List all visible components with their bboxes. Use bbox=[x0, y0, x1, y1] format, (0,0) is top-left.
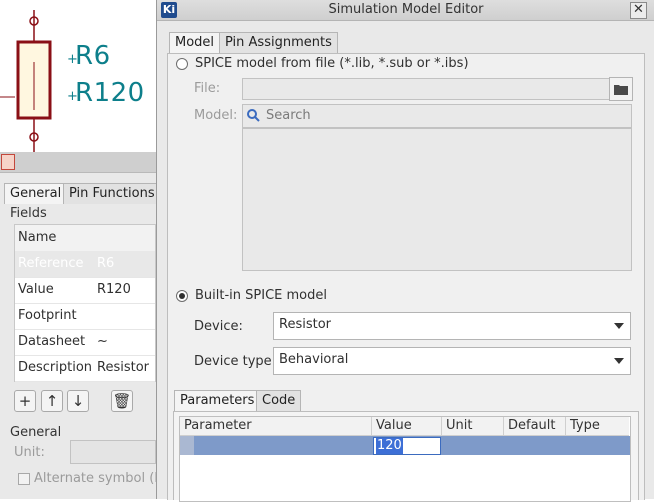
device-select[interactable]: Resistor bbox=[273, 312, 631, 340]
resistor-symbol[interactable] bbox=[0, 0, 154, 152]
spice-file-radio[interactable] bbox=[176, 58, 188, 70]
simulation-model-editor-dialog: Ki Simulation Model Editor ✕ Model Pin A… bbox=[156, 0, 654, 502]
add-icon: + bbox=[18, 392, 32, 410]
close-button[interactable]: ✕ bbox=[630, 2, 647, 19]
column-header-type[interactable]: Type bbox=[566, 417, 629, 436]
fields-heading: Fields bbox=[10, 206, 47, 221]
delete-field-button[interactable]: 🗑 bbox=[111, 390, 133, 412]
device-type-value: Behavioral bbox=[279, 352, 349, 367]
builtin-spice-label[interactable]: Built-in SPICE model bbox=[195, 288, 327, 303]
file-label: File: bbox=[194, 81, 221, 96]
fields-table: Name Reference R6 Value R120 Footprint D… bbox=[14, 224, 156, 382]
table-header: Name bbox=[15, 225, 155, 252]
table-row[interactable]: Description Resistor bbox=[15, 355, 155, 382]
cell-default bbox=[504, 455, 508, 474]
parameters-table[interactable]: Parameter Value Unit Default Type Expres… bbox=[179, 416, 631, 502]
dialog-title: Simulation Model Editor bbox=[328, 2, 484, 17]
row-value[interactable]: Resistor bbox=[97, 360, 149, 375]
row-name: Footprint bbox=[18, 308, 77, 323]
table-row[interactable]: Datasheet ~ bbox=[15, 329, 155, 356]
chevron-down-icon bbox=[614, 358, 624, 364]
reference-label[interactable]: R6 bbox=[75, 41, 111, 71]
model-label: Model: bbox=[194, 108, 238, 123]
builtin-spice-radio[interactable] bbox=[176, 290, 188, 302]
move-down-button[interactable]: ↓ bbox=[67, 390, 89, 412]
kicad-symbol-icon bbox=[1, 154, 15, 170]
cell-parameter: Expression for resistance (r) bbox=[198, 457, 381, 472]
device-type-label: Device type: bbox=[194, 354, 277, 369]
row-name: Description bbox=[18, 360, 93, 375]
add-field-button[interactable]: + bbox=[14, 390, 36, 412]
folder-icon bbox=[614, 85, 628, 95]
unit-label: Unit: bbox=[14, 445, 45, 460]
spice-file-label[interactable]: SPICE model from file (*.lib, *.sub or *… bbox=[195, 56, 469, 71]
tab-pin-functions[interactable]: Pin Functions bbox=[63, 183, 161, 204]
column-header-value[interactable]: Value bbox=[372, 417, 442, 436]
trash-icon: 🗑 bbox=[112, 392, 132, 410]
tab-pin-assignments[interactable]: Pin Assignments bbox=[219, 32, 338, 53]
row-name: Reference bbox=[18, 256, 84, 271]
table-row[interactable]: Footprint bbox=[15, 303, 155, 330]
row-name: Datasheet bbox=[18, 334, 86, 349]
row-value[interactable]: R120 bbox=[97, 282, 131, 297]
table-row[interactable]: Value R120 bbox=[15, 277, 155, 304]
row-name: Value bbox=[18, 282, 54, 297]
move-up-icon: ↑ bbox=[45, 392, 59, 410]
column-header-name: Name bbox=[18, 230, 57, 245]
move-down-icon: ↓ bbox=[71, 392, 85, 410]
table-row[interactable]: Reference R6 bbox=[15, 251, 155, 278]
alternate-symbol-checkbox[interactable] bbox=[18, 473, 30, 485]
cell-type: String bbox=[570, 457, 609, 472]
column-header-default[interactable]: Default bbox=[504, 417, 566, 436]
dialog-titlebar[interactable]: Ki Simulation Model Editor ✕ bbox=[157, 0, 654, 21]
schematic-canvas[interactable]: + R6 + R120 bbox=[0, 0, 154, 152]
model-search-input[interactable]: Search bbox=[242, 104, 632, 128]
alternate-symbol-label: Alternate symbol (D bbox=[34, 471, 165, 486]
tab-parameters[interactable]: Parameters bbox=[174, 390, 261, 411]
close-icon: ✕ bbox=[633, 2, 644, 17]
row-indent-marker bbox=[180, 436, 194, 455]
unit-select[interactable] bbox=[70, 440, 156, 464]
tab-general[interactable]: General bbox=[4, 183, 68, 204]
chevron-down-icon bbox=[614, 323, 624, 329]
table-row[interactable]: Expression for resistance (r) 120 Ω Stri… bbox=[180, 436, 630, 472]
cell-value-editor[interactable]: 120 bbox=[373, 437, 441, 455]
model-list[interactable] bbox=[242, 128, 632, 271]
general-heading: General bbox=[10, 425, 62, 440]
column-header-parameter[interactable]: Parameter bbox=[180, 417, 372, 436]
tab-code[interactable]: Code bbox=[256, 390, 302, 411]
move-up-button[interactable]: ↑ bbox=[41, 390, 63, 412]
tab-model[interactable]: Model bbox=[169, 32, 221, 53]
browse-button[interactable] bbox=[609, 77, 633, 101]
device-type-select[interactable]: Behavioral bbox=[273, 347, 631, 375]
panel-titlebar bbox=[0, 152, 156, 173]
cell-value: 120 bbox=[376, 438, 403, 454]
device-label: Device: bbox=[194, 319, 243, 334]
file-path-field[interactable] bbox=[242, 78, 611, 100]
column-header-unit[interactable]: Unit bbox=[442, 417, 504, 436]
search-icon bbox=[247, 109, 260, 122]
search-placeholder: Search bbox=[266, 108, 311, 123]
value-label[interactable]: R120 bbox=[75, 78, 145, 108]
device-value: Resistor bbox=[279, 317, 331, 332]
row-value[interactable]: R6 bbox=[97, 256, 114, 271]
row-value[interactable]: ~ bbox=[97, 334, 108, 349]
cell-unit: Ω bbox=[446, 457, 456, 472]
